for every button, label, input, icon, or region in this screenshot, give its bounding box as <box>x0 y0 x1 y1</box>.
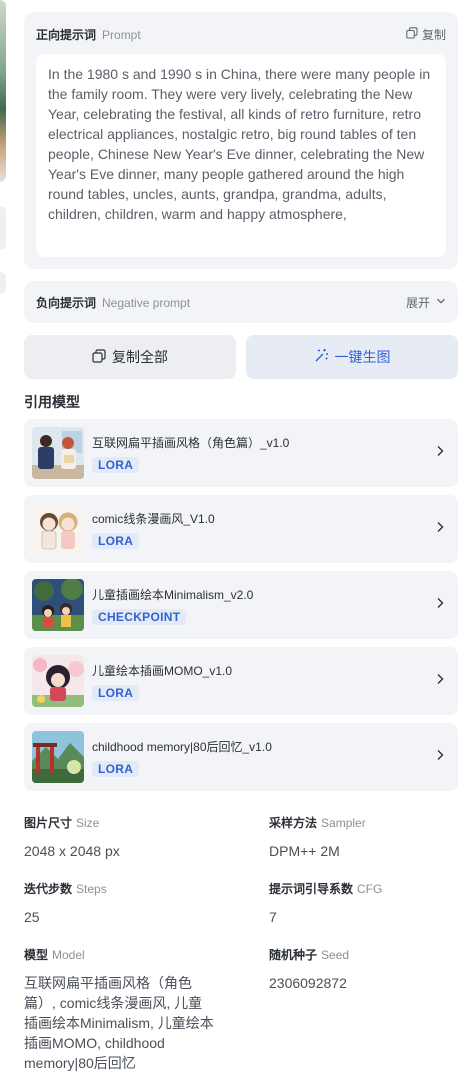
param-label-en: Size <box>76 816 100 830</box>
param-label: 模型 Model <box>24 946 214 963</box>
param-size: 图片尺寸 Size 2048 x 2048 px <box>24 814 224 861</box>
model-type-badge: LORA <box>92 456 140 473</box>
copy-prompt-button[interactable]: 复制 <box>406 26 446 43</box>
param-label: 图片尺寸 Size <box>24 814 224 831</box>
param-value: 25 <box>24 909 40 925</box>
adjacent-image-preview[interactable] <box>0 0 6 182</box>
prompt-title-cn: 正向提示词 <box>36 27 97 42</box>
magic-wand-icon <box>314 348 329 366</box>
copy-label: 复制 <box>421 27 446 42</box>
param-label-en: Steps <box>76 882 107 896</box>
negative-title-cn: 负向提示词 <box>36 295 97 310</box>
param-value: 2048 x 2048 px <box>24 843 120 859</box>
param-label-en: Model <box>52 948 85 962</box>
param-label-cn: 图片尺寸 <box>24 816 73 830</box>
model-item[interactable]: comic线条漫画风_V1.0 LORA <box>24 495 458 563</box>
param-cfg: 提示词引导系数 CFG 7 <box>269 880 469 927</box>
param-steps: 迭代步数 Steps 25 <box>24 880 224 927</box>
referenced-models-title: 引用模型 <box>24 394 80 410</box>
param-label: 迭代步数 Steps <box>24 880 224 897</box>
model-list: 互联网扁平插画风格（角色篇）_v1.0 LORA comic线条漫画风_V1.0… <box>24 419 458 799</box>
model-item[interactable]: childhood memory|80后回忆_v1.0 LORA <box>24 723 458 791</box>
copy-icon <box>92 348 106 366</box>
param-label: 随机种子 Seed <box>269 946 469 963</box>
prompt-card: 正向提示词 Prompt 复制 In the 1980 s and 1990 s … <box>24 12 458 269</box>
prompt-header: 正向提示词 Prompt 复制 <box>24 12 458 56</box>
generate-label: 一键生图 <box>334 349 391 365</box>
model-name: 互联网扁平插画风格（角色篇）_v1.0 <box>92 435 290 450</box>
chevron-right-icon <box>436 596 444 614</box>
param-sampler: 采样方法 Sampler DPM++ 2M <box>269 814 469 861</box>
param-label-cn: 采样方法 <box>269 816 318 830</box>
prompt-title-en: Prompt <box>102 27 141 42</box>
param-value: 2306092872 <box>269 975 347 991</box>
expand-label: 展开 <box>405 295 430 310</box>
chevron-right-icon <box>436 672 444 690</box>
model-name: 儿童插画绘本Minimalism_v2.0 <box>92 587 254 602</box>
model-type-badge: CHECKPOINT <box>92 608 187 625</box>
model-item[interactable]: 儿童插画绘本Minimalism_v2.0 CHECKPOINT <box>24 571 458 639</box>
model-type-badge: LORA <box>92 532 140 549</box>
model-item[interactable]: 儿童绘本插画MOMO_v1.0 LORA <box>24 647 458 715</box>
param-label: 采样方法 Sampler <box>269 814 469 831</box>
model-type-badge: LORA <box>92 684 140 701</box>
chevron-right-icon <box>436 444 444 462</box>
param-label-en: CFG <box>357 882 383 896</box>
model-thumbnail <box>32 427 84 479</box>
param-label-cn: 随机种子 <box>269 948 318 962</box>
model-name: 儿童绘本插画MOMO_v1.0 <box>92 663 233 678</box>
model-thumbnail <box>32 655 84 707</box>
chevron-down-icon <box>436 295 446 309</box>
model-name: childhood memory|80后回忆_v1.0 <box>92 739 272 754</box>
param-value: 互联网扁平插画风格（角色篇）, comic线条漫画风, 儿童插画绘本Minima… <box>24 975 214 1071</box>
param-seed: 随机种子 Seed 2306092872 <box>269 946 469 993</box>
chevron-right-icon <box>436 520 444 538</box>
adjacent-panel-edge <box>0 272 6 294</box>
param-label-en: Seed <box>321 948 350 962</box>
model-thumbnail <box>32 579 84 631</box>
model-thumbnail <box>32 731 84 783</box>
param-label-cn: 迭代步数 <box>24 882 73 896</box>
model-item[interactable]: 互联网扁平插画风格（角色篇）_v1.0 LORA <box>24 419 458 487</box>
model-name: comic线条漫画风_V1.0 <box>92 511 215 526</box>
prompt-title: 正向提示词 Prompt <box>36 26 141 43</box>
param-value: 7 <box>269 909 277 925</box>
param-label-cn: 提示词引导系数 <box>269 882 354 896</box>
param-model: 模型 Model 互联网扁平插画风格（角色篇）, comic线条漫画风, 儿童插画… <box>24 946 214 1073</box>
param-label: 提示词引导系数 CFG <box>269 880 469 897</box>
negative-prompt-card[interactable]: 负向提示词 Negative prompt 展开 <box>24 281 458 323</box>
prompt-text: In the 1980 s and 1990 s in China, there… <box>36 54 446 257</box>
generate-button[interactable]: 一键生图 <box>246 335 458 379</box>
adjacent-panel-edge <box>0 206 6 250</box>
model-thumbnail <box>32 503 84 555</box>
page: 正向提示词 Prompt 复制 In the 1980 s and 1990 s … <box>0 0 472 1082</box>
expand-negative-button[interactable]: 展开 <box>406 294 446 311</box>
chevron-right-icon <box>436 748 444 766</box>
copy-icon <box>406 26 418 42</box>
negative-prompt-title: 负向提示词 Negative prompt <box>36 294 190 311</box>
param-label-en: Sampler <box>321 816 366 830</box>
copy-all-button[interactable]: 复制全部 <box>24 335 236 379</box>
param-value: DPM++ 2M <box>269 843 340 859</box>
param-label-cn: 模型 <box>24 948 49 962</box>
copy-all-label: 复制全部 <box>112 349 168 365</box>
model-type-badge: LORA <box>92 760 140 777</box>
negative-title-en: Negative prompt <box>102 295 191 310</box>
